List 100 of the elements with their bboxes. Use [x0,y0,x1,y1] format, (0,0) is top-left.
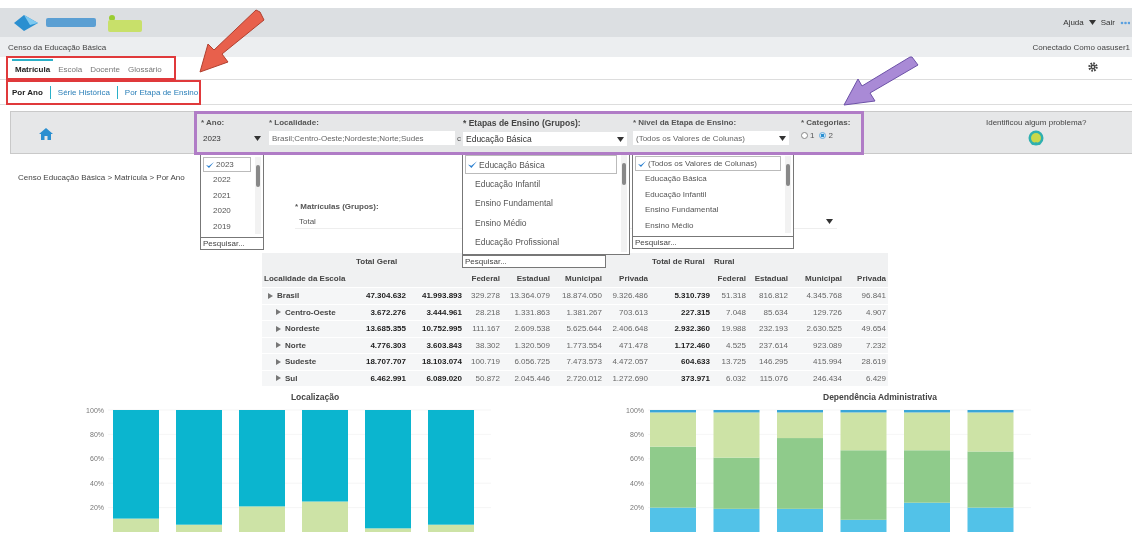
search-field[interactable]: Pesquisar... [462,255,606,268]
caret-icon [254,135,261,141]
table-cell: 49.654 [844,320,888,337]
expand-icon[interactable] [276,342,281,349]
table-cell: 3.672.276 [354,303,408,320]
table-cell: 1.381.267 [552,303,604,320]
scrollbar[interactable] [621,155,627,252]
expand-icon[interactable] [276,325,281,332]
dropdown-option[interactable]: (Todos os Valores de Colunas) [635,156,781,171]
dropdown-option[interactable]: Ensino Fundamental [465,193,617,213]
username: oasuser1 [1097,42,1130,52]
table-cell: 2.609.538 [502,320,552,337]
row-label: Norte [285,340,306,350]
table-cell: 13.725 [712,353,748,370]
tab[interactable]: Docente [87,59,123,79]
table-cell: 1.172.460 [650,336,712,353]
table-cell: 146.295 [748,353,790,370]
tab[interactable]: Matrícula [12,59,54,79]
table-cell: 3.444.961 [408,303,464,320]
table-cell: 38.302 [464,336,502,353]
column-header: Federal [712,270,748,287]
chart-title: Dependência Administrativa [822,392,938,402]
search-field[interactable]: Pesquisar... [201,237,263,249]
row-label: Sudeste [285,357,317,367]
table-cell: 96.841 [844,287,888,304]
problem-link[interactable]: Identificou algum problema? [986,118,1087,127]
column-header: Estadual [748,270,790,287]
dropdown-option[interactable]: 2020 [203,203,251,219]
help-balloon-icon[interactable] [1027,130,1046,148]
table-cell: 1.320.509 [502,336,552,353]
dropdown-option[interactable]: Educação Infantil [465,174,617,194]
row-label: Sul [285,373,298,383]
dropdown-option[interactable]: 2022 [203,172,251,188]
location-field[interactable]: Brasil;Centro-Oeste;Nordeste;Norte;Sudes [269,131,455,145]
table-cell: 703.613 [604,303,650,320]
table-cell: 111.167 [464,320,502,337]
field-label: * Nível da Etapa de Ensino: [633,118,737,127]
table-cell: 923.089 [790,336,844,353]
field-label: * Matrículas (Grupos): [295,202,379,211]
table-cell: 18.874.050 [552,287,604,304]
check-icon [206,161,214,168]
radio-button[interactable]: 1 [801,131,815,140]
column-header: Estadual [502,270,552,287]
caret-icon [1088,20,1096,25]
logo-icon [12,12,40,33]
column-header: Total de Rural [650,253,712,270]
table-cell: 2.932.360 [650,320,712,337]
subtab[interactable]: Por Etapa de Ensino [117,85,206,99]
help-menu[interactable]: Ajuda [1063,18,1084,27]
dropdown-option[interactable]: Ensino Médio [465,213,617,233]
radio-button[interactable]: 2 [819,131,833,140]
dropdown-option[interactable]: Educação Profissional [465,232,617,252]
home-icon[interactable] [39,128,53,140]
table-cell: 415.994 [790,353,844,370]
dropdown-option[interactable]: 2021 [203,187,251,203]
caret-icon [779,135,786,141]
dropdown-option[interactable]: 2023 [203,157,251,172]
stage-select[interactable]: Educação Básica [463,132,627,146]
more-icon[interactable] [1120,20,1130,25]
table-cell: 237.614 [748,336,790,353]
settings-icon[interactable] [1088,62,1098,72]
expand-icon[interactable] [276,309,281,316]
subtab[interactable]: Série Histórica [50,85,118,99]
dropdown-option[interactable]: Educação Infantil [635,186,781,202]
dropdown-option[interactable]: 2019 [203,218,251,234]
year-select[interactable]: 2023 [201,131,263,145]
scrollbar[interactable] [785,156,791,233]
tab[interactable]: Glossário [124,59,165,79]
table-cell: 329.278 [464,287,502,304]
table-cell: 5.625.644 [552,320,604,337]
tab[interactable]: Escola [55,59,86,79]
scrollbar[interactable] [255,157,261,234]
row-label: Centro-Oeste [285,307,336,317]
dropdown-option[interactable]: Ensino Fundamental [635,202,781,218]
expand-icon[interactable] [276,375,281,382]
search-field[interactable]: Pesquisar... [633,236,793,248]
table-cell: 7.232 [844,336,888,353]
field-label: * Etapas de Ensino (Grupos): [463,118,581,128]
dropdown-option[interactable]: Educação Básica [465,155,617,174]
table-cell: 471.478 [604,336,650,353]
level-select[interactable]: (Todos os Valores de Colunas) [633,131,789,145]
table-cell: 6.462.991 [354,369,408,386]
dropdown-option[interactable]: Educação Básica [635,171,781,187]
expand-icon[interactable] [268,292,273,299]
table-cell: 4.907 [844,303,888,320]
table-cell: 4.472.057 [604,353,650,370]
field-label: * Categorias: [801,118,851,127]
table-cell: 1.773.554 [552,336,604,353]
table-cell: 2.406.648 [604,320,650,337]
column-header: Rural [712,253,748,270]
table-cell: 18.103.074 [408,353,464,370]
location-button[interactable]: c [457,133,461,143]
subtab[interactable]: Por Ano [12,85,51,99]
field-label: * Localidade: [269,118,319,127]
logout-link[interactable]: Sair [1100,18,1115,27]
column-header: Localidade da Escola [262,270,354,287]
dropdown-option[interactable]: Ensino Médio [635,217,781,233]
table-cell: 13.364.079 [502,287,552,304]
expand-icon[interactable] [276,358,281,365]
caret-icon [826,218,833,224]
